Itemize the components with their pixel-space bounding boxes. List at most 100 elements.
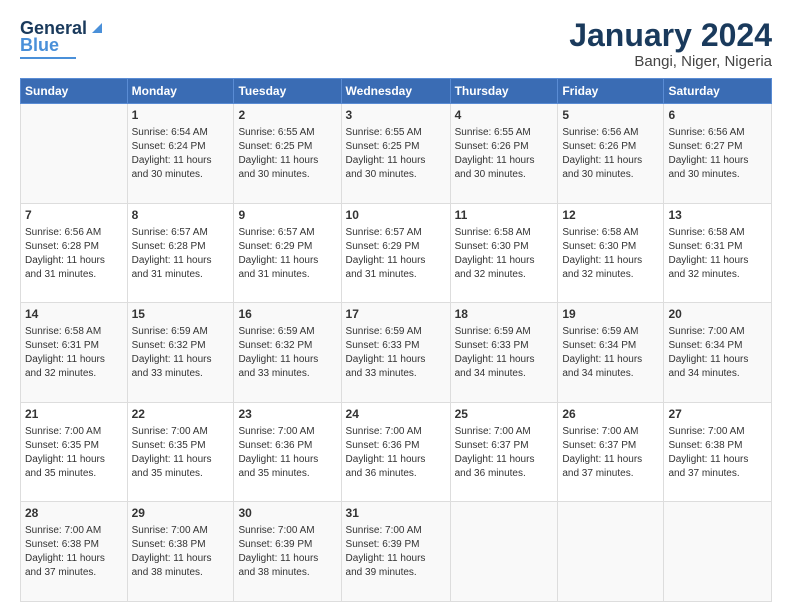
calendar-cell: 15Sunrise: 6:59 AMSunset: 6:32 PMDayligh…	[127, 303, 234, 403]
day-info-line: Daylight: 11 hours	[346, 154, 446, 168]
calendar-cell: 24Sunrise: 7:00 AMSunset: 6:36 PMDayligh…	[341, 402, 450, 502]
day-info-line: and 37 minutes.	[668, 467, 767, 481]
day-info-line: Sunset: 6:33 PM	[455, 339, 554, 353]
day-info-line: and 33 minutes.	[238, 367, 336, 381]
day-info-line: Sunset: 6:28 PM	[132, 240, 230, 254]
calendar-cell: 1Sunrise: 6:54 AMSunset: 6:24 PMDaylight…	[127, 104, 234, 204]
day-number: 25	[455, 406, 554, 423]
calendar-cell: 6Sunrise: 6:56 AMSunset: 6:27 PMDaylight…	[664, 104, 772, 204]
calendar-cell: 31Sunrise: 7:00 AMSunset: 6:39 PMDayligh…	[341, 502, 450, 602]
day-info-line: Daylight: 11 hours	[238, 353, 336, 367]
calendar-week-row: 14Sunrise: 6:58 AMSunset: 6:31 PMDayligh…	[21, 303, 772, 403]
day-number: 31	[346, 505, 446, 522]
day-number: 4	[455, 107, 554, 124]
calendar-cell: 27Sunrise: 7:00 AMSunset: 6:38 PMDayligh…	[664, 402, 772, 502]
day-info-line: and 34 minutes.	[455, 367, 554, 381]
calendar-cell: 11Sunrise: 6:58 AMSunset: 6:30 PMDayligh…	[450, 203, 558, 303]
calendar-body: 1Sunrise: 6:54 AMSunset: 6:24 PMDaylight…	[21, 104, 772, 602]
day-info-line: Sunset: 6:38 PM	[668, 439, 767, 453]
header-row: Sunday Monday Tuesday Wednesday Thursday…	[21, 79, 772, 104]
day-info-line: Sunset: 6:28 PM	[25, 240, 123, 254]
col-tuesday: Tuesday	[234, 79, 341, 104]
day-number: 24	[346, 406, 446, 423]
day-info-line: and 31 minutes.	[346, 268, 446, 282]
day-info-line: Daylight: 11 hours	[238, 552, 336, 566]
logo-triangle-icon	[88, 19, 106, 37]
calendar-week-row: 7Sunrise: 6:56 AMSunset: 6:28 PMDaylight…	[21, 203, 772, 303]
day-info-line: Daylight: 11 hours	[132, 254, 230, 268]
day-number: 14	[25, 306, 123, 323]
calendar-cell: 23Sunrise: 7:00 AMSunset: 6:36 PMDayligh…	[234, 402, 341, 502]
day-number: 9	[238, 207, 336, 224]
day-info-line: Daylight: 11 hours	[455, 453, 554, 467]
day-info-line: Daylight: 11 hours	[238, 453, 336, 467]
day-info-line: Sunset: 6:38 PM	[132, 538, 230, 552]
day-info-line: and 32 minutes.	[668, 268, 767, 282]
day-info-line: Sunset: 6:38 PM	[25, 538, 123, 552]
calendar-week-row: 28Sunrise: 7:00 AMSunset: 6:38 PMDayligh…	[21, 502, 772, 602]
day-info-line: Daylight: 11 hours	[562, 254, 659, 268]
calendar-cell: 16Sunrise: 6:59 AMSunset: 6:32 PMDayligh…	[234, 303, 341, 403]
day-info-line: Sunset: 6:32 PM	[132, 339, 230, 353]
calendar-table: Sunday Monday Tuesday Wednesday Thursday…	[20, 78, 772, 602]
day-number: 27	[668, 406, 767, 423]
day-number: 28	[25, 505, 123, 522]
day-number: 17	[346, 306, 446, 323]
calendar-subtitle: Bangi, Niger, Nigeria	[569, 53, 772, 70]
calendar-cell: 8 Sunrise: 6:57 AMSunset: 6:28 PMDaylight…	[127, 203, 234, 303]
calendar-week-row: 1Sunrise: 6:54 AMSunset: 6:24 PMDaylight…	[21, 104, 772, 204]
day-info-line: Sunrise: 6:56 AM	[562, 126, 659, 140]
day-number: 16	[238, 306, 336, 323]
calendar-cell: 14Sunrise: 6:58 AMSunset: 6:31 PMDayligh…	[21, 303, 128, 403]
logo-underline	[20, 57, 76, 59]
day-info-line: Sunset: 6:34 PM	[668, 339, 767, 353]
day-info-line: and 34 minutes.	[562, 367, 659, 381]
day-info-line: Sunset: 6:39 PM	[238, 538, 336, 552]
calendar-cell: 2Sunrise: 6:55 AMSunset: 6:25 PMDaylight…	[234, 104, 341, 204]
day-number: 12	[562, 207, 659, 224]
day-info-line: Daylight: 11 hours	[25, 552, 123, 566]
day-info-line: Sunset: 6:34 PM	[562, 339, 659, 353]
day-info-line: Sunrise: 6:59 AM	[455, 325, 554, 339]
day-info-line: Sunset: 6:31 PM	[668, 240, 767, 254]
day-number: 19	[562, 306, 659, 323]
calendar-cell	[450, 502, 558, 602]
calendar-cell: 18Sunrise: 6:59 AMSunset: 6:33 PMDayligh…	[450, 303, 558, 403]
day-info-line: Sunset: 6:26 PM	[455, 140, 554, 154]
day-info-line: Daylight: 11 hours	[346, 453, 446, 467]
day-info-line: Daylight: 11 hours	[562, 353, 659, 367]
day-number: 29	[132, 505, 230, 522]
day-number: 30	[238, 505, 336, 522]
day-info-line: Daylight: 11 hours	[668, 453, 767, 467]
day-info-line: Daylight: 11 hours	[238, 154, 336, 168]
day-info-line: Sunrise: 7:00 AM	[562, 425, 659, 439]
day-info-line: and 31 minutes.	[25, 268, 123, 282]
day-number: 18	[455, 306, 554, 323]
day-number: 13	[668, 207, 767, 224]
day-info-line: Daylight: 11 hours	[346, 552, 446, 566]
col-monday: Monday	[127, 79, 234, 104]
day-number: 1	[132, 107, 230, 124]
calendar-cell: 30 Sunrise: 7:00 AMSunset: 6:39 PMDayligh…	[234, 502, 341, 602]
col-saturday: Saturday	[664, 79, 772, 104]
day-info-line: Sunset: 6:30 PM	[562, 240, 659, 254]
day-info-line: Sunset: 6:27 PM	[668, 140, 767, 154]
day-info-line: Sunrise: 7:00 AM	[455, 425, 554, 439]
calendar-cell: 25Sunrise: 7:00 AMSunset: 6:37 PMDayligh…	[450, 402, 558, 502]
day-info-line: Sunset: 6:33 PM	[346, 339, 446, 353]
day-info-line: Sunrise: 6:57 AM	[132, 226, 230, 240]
calendar-cell: 22Sunrise: 7:00 AMSunset: 6:35 PMDayligh…	[127, 402, 234, 502]
day-number: 26	[562, 406, 659, 423]
day-info-line: Sunrise: 7:00 AM	[132, 524, 230, 538]
day-number: 23	[238, 406, 336, 423]
day-info-line: Sunrise: 6:58 AM	[455, 226, 554, 240]
day-info-line: and 34 minutes.	[668, 367, 767, 381]
logo-blue: Blue	[20, 35, 59, 56]
calendar-cell: 7Sunrise: 6:56 AMSunset: 6:28 PMDaylight…	[21, 203, 128, 303]
day-info-line: Sunrise: 7:00 AM	[238, 524, 336, 538]
day-info-line: and 31 minutes.	[238, 268, 336, 282]
day-number: 15	[132, 306, 230, 323]
day-number: 22	[132, 406, 230, 423]
day-info-line: Sunrise: 6:59 AM	[238, 325, 336, 339]
day-number: 8	[132, 207, 230, 224]
